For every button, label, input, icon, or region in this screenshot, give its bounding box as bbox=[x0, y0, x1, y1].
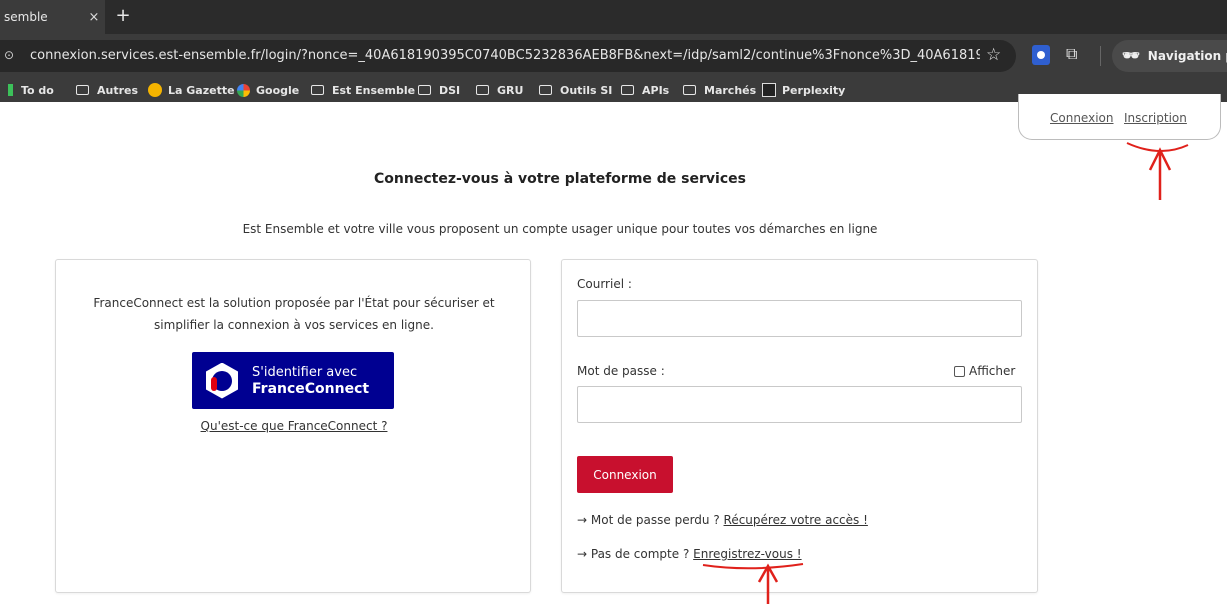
folder-icon bbox=[621, 85, 634, 95]
bookmark-dsi[interactable]: DSI bbox=[418, 82, 460, 98]
tab-close-icon[interactable]: × bbox=[83, 10, 105, 25]
show-password-toggle[interactable]: Afficher bbox=[954, 364, 1015, 378]
incognito-icon: 🕶 bbox=[1122, 48, 1140, 64]
bookmark-label: Est Ensemble bbox=[332, 83, 416, 97]
bookmark-label: APIs bbox=[642, 83, 670, 97]
bookmark-outils-si[interactable]: Outils SI bbox=[539, 82, 612, 98]
bookmark-todo[interactable]: To do bbox=[8, 82, 54, 98]
page-title: Connectez-vous à votre plateforme de ser… bbox=[374, 171, 746, 187]
account-nav: Connexion Inscription bbox=[1018, 94, 1221, 140]
franceconnect-card: FranceConnect est la solution proposée p… bbox=[55, 259, 531, 593]
incognito-label: Navigation priv bbox=[1147, 49, 1227, 63]
show-password-label: Afficher bbox=[969, 364, 1016, 378]
description-line: simplifier la connexion à vos services e… bbox=[154, 318, 434, 332]
lost-password-line: → Mot de passe perdu ? Récupérez votre a… bbox=[577, 513, 868, 527]
description-line: FranceConnect est la solution proposée p… bbox=[93, 296, 495, 310]
page-subtitle: Est Ensemble et votre ville vous propose… bbox=[242, 222, 878, 236]
bookmark-label: Perplexity bbox=[782, 83, 846, 97]
lost-password-prefix: → Mot de passe perdu ? bbox=[577, 513, 720, 527]
extension-shield-icon[interactable] bbox=[1032, 45, 1050, 65]
bookmark-google[interactable]: Google bbox=[237, 82, 299, 98]
bookmark-label: GRU bbox=[497, 83, 524, 97]
folder-icon bbox=[76, 85, 89, 95]
franceconnect-button[interactable]: S'identifier avec FranceConnect bbox=[192, 352, 394, 409]
email-field[interactable] bbox=[577, 300, 1022, 337]
folder-icon bbox=[418, 85, 431, 95]
nav-inscription-link[interactable]: Inscription bbox=[1124, 111, 1187, 125]
google-icon bbox=[237, 83, 250, 97]
login-submit-button[interactable]: Connexion bbox=[577, 456, 673, 493]
bookmark-apis[interactable]: APIs bbox=[621, 82, 669, 98]
tab-title: semble bbox=[4, 10, 48, 24]
franceconnect-logo-icon bbox=[206, 362, 238, 399]
url-text[interactable]: connexion.services.est-ensemble.fr/login… bbox=[30, 48, 980, 64]
toolbar-divider bbox=[1100, 46, 1101, 66]
fc-label-line1: S'identifier avec bbox=[252, 364, 358, 380]
register-prefix: → Pas de compte ? bbox=[577, 547, 690, 561]
perplexity-icon bbox=[762, 83, 776, 97]
bookmark-label: Marchés bbox=[704, 83, 757, 97]
active-tab[interactable]: semble × bbox=[0, 0, 105, 34]
password-label: Mot de passe : bbox=[577, 364, 665, 378]
bookmark-gazette[interactable]: La Gazette bbox=[148, 82, 235, 98]
bookmark-est-ensemble[interactable]: Est Ensemble bbox=[311, 82, 415, 98]
recover-access-link[interactable]: Récupérez votre accès ! bbox=[724, 513, 868, 527]
folder-icon bbox=[539, 85, 552, 95]
nav-connexion-link[interactable]: Connexion bbox=[1050, 111, 1114, 125]
tab-bar: semble × + bbox=[0, 0, 1227, 34]
email-label: Courriel : bbox=[577, 277, 632, 291]
login-card: Courriel : Mot de passe : Afficher Conne… bbox=[561, 259, 1038, 593]
password-field[interactable] bbox=[577, 386, 1022, 423]
franceconnect-description: FranceConnect est la solution proposée p… bbox=[76, 292, 512, 336]
extensions-puzzle-icon[interactable]: ⧉ bbox=[1066, 44, 1077, 64]
folder-icon bbox=[683, 85, 696, 95]
page-content: Connexion Inscription Connectez-vous à v… bbox=[0, 94, 1227, 606]
bookmark-label: Outils SI bbox=[560, 83, 613, 97]
folder-icon bbox=[311, 85, 324, 95]
register-link[interactable]: Enregistrez-vous ! bbox=[693, 547, 801, 561]
bookmark-marches[interactable]: Marchés bbox=[683, 82, 756, 98]
bookmark-label: DSI bbox=[439, 83, 461, 97]
register-line: → Pas de compte ? Enregistrez-vous ! bbox=[577, 547, 802, 561]
bookmark-label: La Gazette bbox=[168, 83, 235, 97]
bookmark-perplexity[interactable]: Perplexity bbox=[762, 82, 845, 98]
fc-label-line2: FranceConnect bbox=[252, 380, 370, 397]
folder-icon bbox=[476, 85, 489, 95]
franceconnect-info-link[interactable]: Qu'est-ce que FranceConnect ? bbox=[56, 419, 532, 433]
site-info-icon[interactable]: ⊙ bbox=[4, 48, 18, 62]
franceconnect-button-label: S'identifier avec FranceConnect bbox=[252, 364, 369, 398]
new-tab-button[interactable]: + bbox=[112, 6, 134, 28]
incognito-indicator[interactable]: 🕶 Navigation priv bbox=[1112, 40, 1227, 72]
bookmark-label: Autres bbox=[97, 83, 139, 97]
bookmark-label: Google bbox=[256, 83, 300, 97]
bookmark-star-icon[interactable]: ☆ bbox=[986, 45, 1001, 65]
bookmark-label: To do bbox=[21, 83, 54, 97]
show-password-checkbox[interactable] bbox=[954, 365, 965, 377]
browser-toolbar: ⊙ connexion.services.est-ensemble.fr/log… bbox=[0, 34, 1227, 78]
todo-icon bbox=[8, 84, 13, 96]
bookmark-autres[interactable]: Autres bbox=[76, 82, 138, 98]
bookmark-gru[interactable]: GRU bbox=[476, 82, 523, 98]
gazette-icon bbox=[148, 83, 162, 97]
